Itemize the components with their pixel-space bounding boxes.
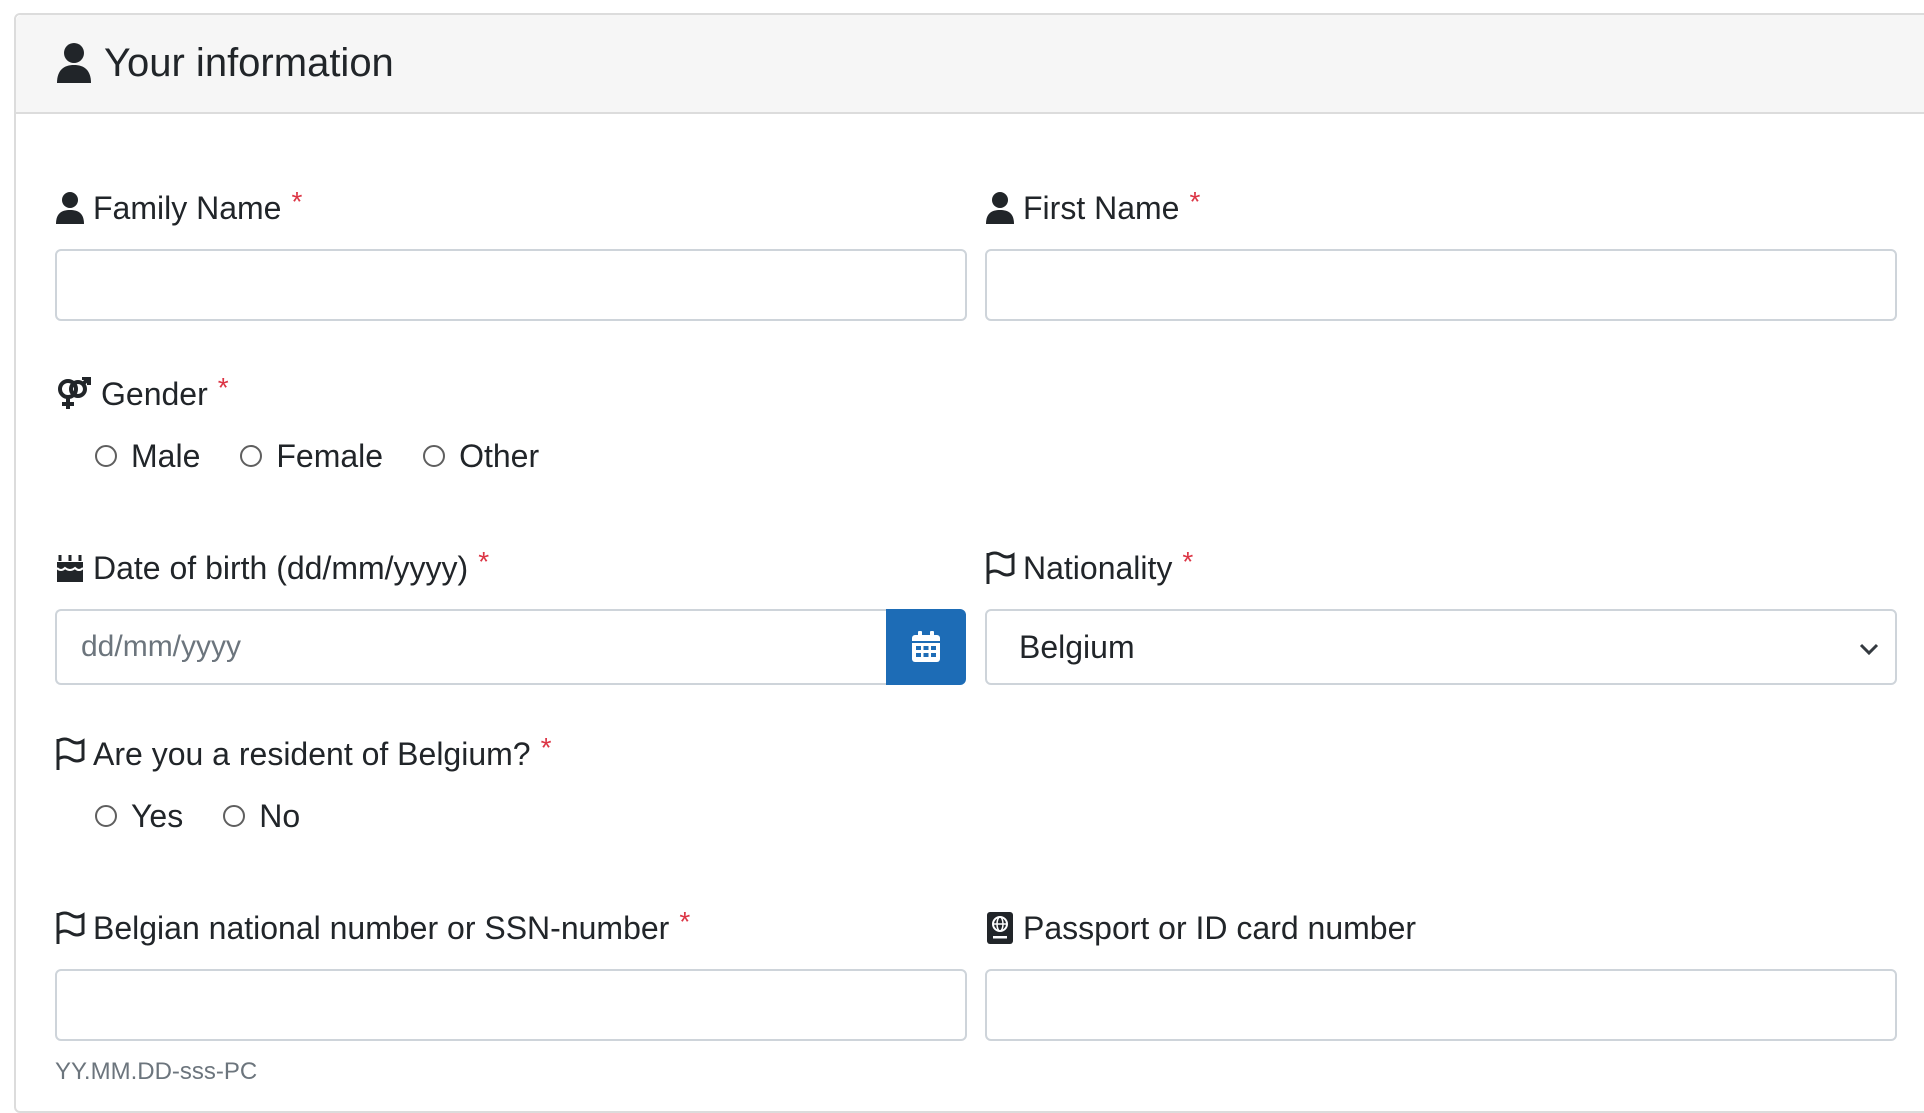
required-marker: * [679, 906, 691, 937]
user-icon [56, 192, 84, 224]
radio-label: Yes [131, 798, 184, 834]
gender-radio-group: Male Female Other [95, 436, 579, 476]
required-marker: * [217, 372, 229, 403]
nationality-selected-value: Belgium [1019, 628, 1135, 665]
gender-label: Gender * [55, 372, 229, 414]
radio-button[interactable] [95, 445, 117, 467]
page-title: Your information [104, 41, 394, 85]
resident-label-text: Are you a resident of Belgium? [93, 736, 531, 772]
required-marker: * [1182, 546, 1194, 577]
flag-icon [986, 551, 1015, 584]
radio-label: No [259, 798, 301, 834]
radio-button[interactable] [240, 445, 263, 467]
resident-option-yes[interactable]: Yes [95, 796, 183, 836]
radio-label: Male [131, 438, 201, 474]
required-marker: * [478, 546, 490, 577]
passport-label: Passport or ID card number [985, 908, 1416, 948]
family-name-input[interactable] [55, 249, 967, 321]
chevron-down-icon [1859, 643, 1879, 656]
first-name-label: First Name * [985, 186, 1200, 228]
nationality-label: Nationality * [985, 546, 1193, 588]
user-icon [986, 192, 1014, 224]
passport-icon [987, 912, 1013, 944]
date-of-birth-label-text: Date of birth (dd/mm/yyyy) [93, 550, 469, 586]
gender-option-male[interactable]: Male [95, 436, 200, 476]
required-marker: * [291, 186, 303, 217]
card-header: Your information [16, 15, 1924, 114]
required-marker: * [540, 732, 552, 763]
required-marker: * [1189, 186, 1201, 217]
birthday-cake-icon [56, 555, 84, 582]
passport-label-text: Passport or ID card number [1023, 910, 1417, 946]
family-name-label-text: Family Name [93, 190, 282, 226]
calendar-button[interactable] [886, 609, 966, 685]
user-icon [57, 43, 91, 83]
gender-option-female[interactable]: Female [240, 436, 383, 476]
resident-option-no[interactable]: No [223, 796, 300, 836]
national-number-help-text: YY.MM.DD-sss-PC [55, 1058, 258, 1085]
calendar-icon [912, 631, 940, 662]
family-name-label: Family Name * [55, 186, 302, 228]
resident-radio-group: Yes No [95, 796, 340, 836]
nationality-select[interactable]: Belgium [985, 609, 1897, 685]
date-of-birth-input[interactable] [55, 609, 887, 685]
national-number-label-text: Belgian national number or SSN-number [93, 910, 670, 946]
radio-button[interactable] [223, 805, 246, 827]
flag-icon [56, 737, 85, 770]
national-number-label: Belgian national number or SSN-number * [55, 906, 690, 948]
resident-label: Are you a resident of Belgium? * [55, 732, 551, 774]
radio-label: Other [459, 438, 540, 474]
nationality-label-text: Nationality [1023, 550, 1173, 586]
first-name-label-text: First Name [1023, 190, 1180, 226]
gender-label-text: Gender [101, 376, 208, 412]
passport-input[interactable] [985, 969, 1897, 1041]
radio-button[interactable] [423, 445, 446, 467]
flag-icon [56, 911, 85, 944]
first-name-input[interactable] [985, 249, 1897, 321]
radio-label: Female [276, 438, 384, 474]
date-of-birth-label: Date of birth (dd/mm/yyyy) * [55, 546, 489, 588]
national-number-input[interactable] [55, 969, 967, 1041]
gender-option-other[interactable]: Other [423, 436, 539, 476]
gender-icon [58, 377, 91, 409]
radio-button[interactable] [95, 805, 117, 827]
